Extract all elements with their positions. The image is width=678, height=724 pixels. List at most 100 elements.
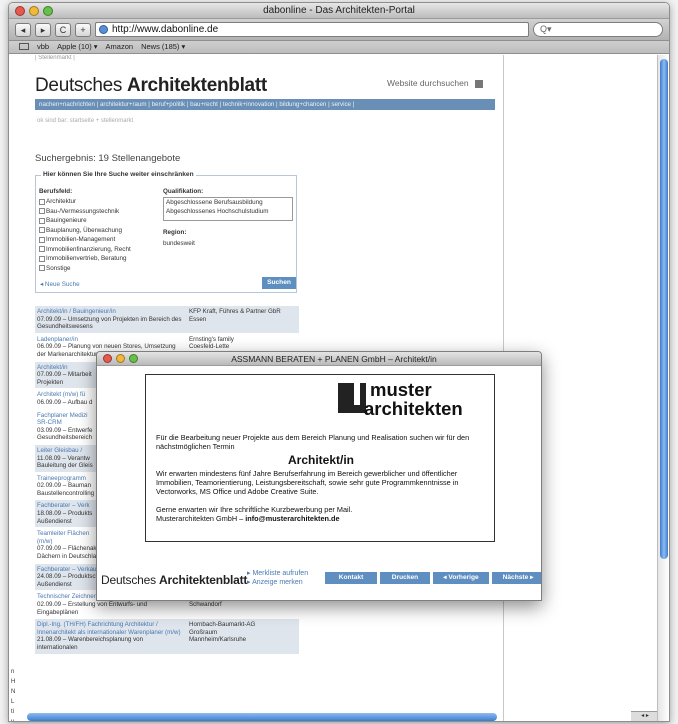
ad-closing: Gerne erwarten wir Ihre schriftliche Kur…	[156, 505, 486, 523]
vertical-scrollbar[interactable]	[657, 55, 669, 721]
checkbox-label: Bauingenieure	[46, 217, 87, 225]
side-fragment-text: nHNLti v	[9, 667, 15, 721]
browser-toolbar: ◂ ▸ C + http://www.dabonline.de Q▾	[9, 19, 669, 41]
site-search[interactable]: Website durchsuchen	[387, 78, 483, 88]
qualifikation-column: Qualifikation: Abgeschlossene Berufsausb…	[163, 188, 293, 247]
site-search-label: Website durchsuchen	[387, 78, 469, 88]
add-bookmark-button[interactable]: +	[75, 22, 91, 37]
bookmark-item[interactable]: Apple (10) ▾	[57, 41, 97, 53]
forward-button[interactable]: ▸	[35, 22, 51, 37]
checkbox-item[interactable]: Immobilienvertrieb, Beratung	[39, 254, 131, 264]
horizontal-scrollbar[interactable]	[27, 713, 497, 721]
popup-titlebar: ASSMANN BERATEN + PLANEN GmbH – Architek…	[97, 352, 541, 366]
checkbox-label: Sonstige	[46, 264, 71, 272]
checkbox-label: Immobilienvertrieb, Beratung	[46, 255, 127, 263]
checkbox[interactable]	[39, 198, 45, 205]
reload-button[interactable]: C	[55, 22, 71, 37]
result-title[interactable]: Ladenplaner/in	[37, 336, 183, 344]
sub-navigation[interactable]: ok sind bar: startseite + stellenmarkt	[37, 118, 133, 124]
scrollbar-thumb[interactable]	[660, 59, 668, 559]
list-option[interactable]: Abgeschlossene Berufsausbildung	[166, 199, 290, 208]
breadcrumb[interactable]: | Stellenmarkt |	[29, 55, 499, 61]
checkbox[interactable]	[39, 217, 45, 224]
result-company: Hornbach-Baumarkt-AG Großraum Mannheim/Kar…	[189, 621, 256, 644]
logo-bold: Architektenblatt	[127, 75, 267, 96]
back-button[interactable]: ◂	[15, 22, 31, 37]
job-popup-window: ASSMANN BERATEN + PLANEN GmbH – Architek…	[96, 351, 542, 601]
closing-company: Musterarchitekten GmbH –	[156, 514, 246, 523]
bookmarks-book-icon[interactable]	[19, 43, 29, 50]
result-description: 02.09.09 – Erstellung von Entwurfs- und …	[37, 601, 148, 616]
main-navigation[interactable]: nachen+nachrichten | architektur+raum | …	[35, 99, 495, 110]
result-heading: Suchergebnis: 19 Stellenangebote	[35, 153, 181, 164]
checkbox-item[interactable]: Bauplanung, Überwachung	[39, 226, 131, 236]
checkbox-item[interactable]: Immobilienfinanzierung, Recht	[39, 245, 131, 255]
checkbox-item[interactable]: Sonstige	[39, 264, 131, 274]
result-main: Architekt/in / Bauingenieur/in 07.09.09 –…	[35, 306, 185, 333]
result-title[interactable]: Dipl.-Ing. (TH/FH) Fachrichtung Architek…	[37, 621, 183, 636]
address-bar[interactable]: http://www.dabonline.de	[95, 22, 529, 37]
ad-job-title: Architekt/in	[287, 453, 354, 467]
region-value[interactable]: bundesweit	[163, 240, 293, 247]
side-mark: L	[11, 699, 15, 705]
merkliste-link[interactable]: ▸ Merkliste aufrufen	[247, 569, 308, 578]
browser-search-field[interactable]: Q▾	[533, 22, 663, 37]
checkbox-item[interactable]: Bau-/Vermessungstechnik	[39, 207, 131, 217]
qualifikation-label: Qualifikation:	[163, 188, 204, 195]
checkbox-label: Bau-/Vermessungstechnik	[46, 207, 120, 215]
bookmark-item[interactable]: News (185) ▾	[141, 41, 185, 53]
previous-button[interactable]: ◂ Vorherige	[433, 572, 489, 584]
job-advertisement: muster architekten Für die Bearbeitung n…	[145, 374, 495, 542]
ad-requirements: Wir erwarten mindestens fünf Jahre Beruf…	[156, 469, 459, 496]
checkbox-item[interactable]: Bauingenieure	[39, 216, 131, 226]
result-description: 07.09.09 – Umsetzung von Projekten im Be…	[37, 315, 182, 331]
desktop: dabonline - Das Architekten-Portal ◂ ▸ C…	[0, 0, 678, 724]
checkbox[interactable]	[39, 227, 45, 234]
globe-icon	[99, 25, 108, 34]
popup-logo-bold: Architektenblatt	[159, 573, 248, 587]
address-text: http://www.dabonline.de	[112, 24, 219, 35]
checkbox-item[interactable]: Architektur	[39, 197, 131, 207]
logo-mark-icon	[338, 383, 366, 413]
result-title[interactable]: Architekt/in / Bauingenieur/in	[37, 308, 183, 316]
side-mark: ti	[11, 709, 14, 715]
checkbox[interactable]	[39, 255, 45, 262]
browser-titlebar: dabonline - Das Architekten-Portal	[9, 3, 669, 19]
checkbox[interactable]	[39, 208, 45, 215]
side-mark: H	[11, 679, 16, 685]
checkbox[interactable]	[39, 246, 45, 253]
resize-corner[interactable]: ◂ ▸	[631, 711, 659, 721]
anzeige-merken-link[interactable]: ▸ Anzeige merken	[247, 578, 308, 587]
logo-prefix: Deutsches	[35, 75, 128, 96]
popup-buttons: Kontakt Drucken ◂ Vorherige Nächste ▸	[325, 572, 541, 584]
new-search-link[interactable]: ◂ Neue Suche	[40, 281, 80, 288]
bookmark-item[interactable]: vbb	[37, 41, 49, 53]
contact-email-link[interactable]: info@musterarchitekten.de	[245, 514, 339, 523]
kontakt-button[interactable]: Kontakt	[325, 572, 377, 584]
site-logo[interactable]: Deutsches Architektenblatt	[35, 75, 267, 97]
result-row[interactable]: Architekt/in / Bauingenieur/in 07.09.09 –…	[35, 305, 299, 333]
bookmark-item[interactable]: Amazon	[106, 41, 134, 53]
checkbox[interactable]	[39, 265, 45, 272]
search-filter-box: Hier können Sie Ihre Suche weiter einsch…	[35, 171, 297, 293]
search-go-icon[interactable]	[474, 79, 483, 88]
checkbox[interactable]	[39, 236, 45, 243]
checkbox-label: Bauplanung, Überwachung	[46, 226, 122, 234]
side-mark: N	[11, 689, 16, 695]
checkbox-item[interactable]: Immobilien-Management	[39, 235, 131, 245]
result-row[interactable]: Dipl.-Ing. (TH/FH) Fachrichtung Architek…	[35, 618, 299, 654]
closing-line: Gerne erwarten wir Ihre schriftliche Kur…	[156, 505, 353, 514]
search-button[interactable]: Suchen	[262, 277, 296, 289]
filter-legend: Hier können Sie Ihre Suche weiter einsch…	[41, 171, 196, 178]
qualifikation-listbox[interactable]: Abgeschlossene Berufsausbildung Abgeschl…	[163, 197, 293, 221]
drucken-button[interactable]: Drucken	[380, 572, 430, 584]
berufsfeld-column: Berufsfeld: Architektur Bau-/Vermessungs…	[39, 188, 131, 273]
closing-contact: Musterarchitekten GmbH – info@musterarch…	[156, 514, 486, 523]
popup-links: ▸ Merkliste aufrufen ▸ Anzeige merken	[247, 569, 308, 587]
next-button[interactable]: Nächste ▸	[492, 572, 541, 584]
result-company: KFP Kraft, Führes & Partner GbR Essen	[189, 308, 281, 323]
list-option[interactable]: Abgeschlossenes Hochschulstudium	[166, 208, 290, 217]
popup-footer: Deutsches Architektenblatt ▸ Merkliste a…	[97, 568, 541, 588]
result-main: Dipl.-Ing. (TH/FH) Fachrichtung Architek…	[35, 619, 185, 653]
logo-line-2: architekten	[364, 398, 463, 419]
